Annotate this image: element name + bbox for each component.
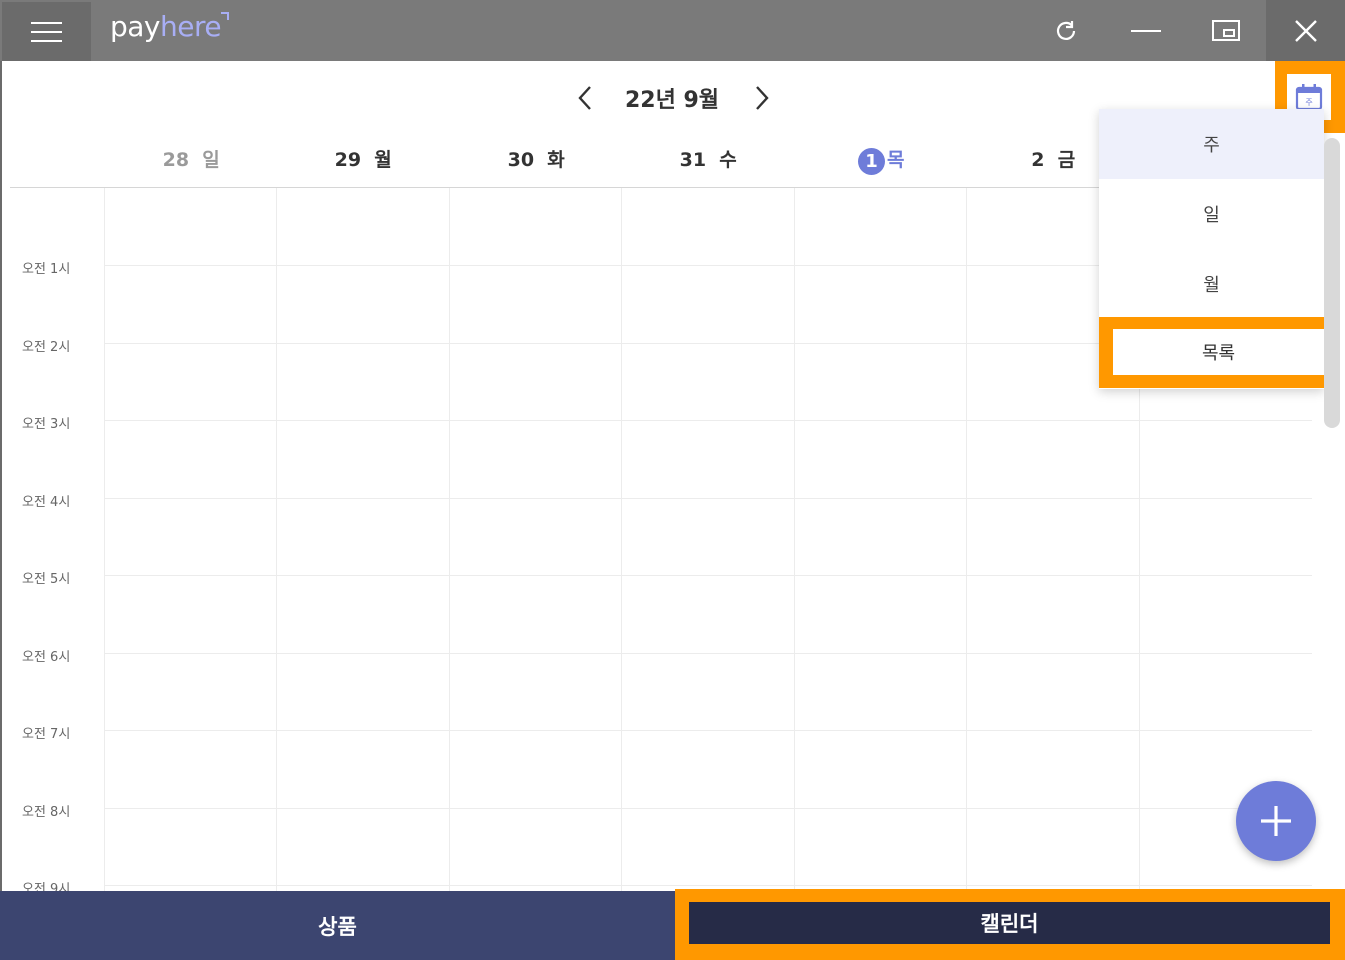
logo-text-accent: here <box>160 10 222 43</box>
hamburger-menu-icon[interactable] <box>2 2 91 61</box>
chevron-left-icon[interactable] <box>570 82 600 114</box>
day-number: 2 <box>1031 149 1045 171</box>
tab-calendar[interactable]: 캘린더 <box>689 902 1330 944</box>
hour-label: 오전 5시 <box>22 572 71 587</box>
tab-calendar-highlight: 캘린더 <box>675 889 1345 960</box>
payhere-logo: payhere <box>110 10 230 43</box>
logo-text-main: pay <box>110 10 161 43</box>
hour-label: 오전 7시 <box>22 727 71 742</box>
day-header-30[interactable]: 30 화 <box>450 145 622 172</box>
scrollbar[interactable] <box>1324 138 1340 428</box>
day-name: 수 <box>719 149 737 171</box>
day-number: 31 <box>679 149 707 171</box>
day-header-today[interactable]: 1목 <box>795 145 967 175</box>
restore-window-icon[interactable] <box>1186 0 1266 61</box>
day-header-28[interactable]: 28 일 <box>105 145 277 172</box>
day-name: 일 <box>202 149 220 171</box>
view-option-month[interactable]: 월 <box>1099 249 1324 319</box>
day-header-29[interactable]: 29 월 <box>277 145 449 172</box>
view-option-list-highlight: 목록 <box>1099 317 1338 388</box>
day-header-31[interactable]: 31 수 <box>622 145 794 172</box>
bottom-tab-bar: 상품 캘린더 <box>0 889 1345 960</box>
close-icon[interactable] <box>1266 0 1345 61</box>
day-number: 30 <box>507 149 535 171</box>
hour-label: 오전 6시 <box>22 650 71 665</box>
hour-label: 오전 2시 <box>22 340 71 355</box>
refresh-icon[interactable] <box>1026 0 1106 61</box>
hour-label: 오전 1시 <box>22 262 71 277</box>
hour-label: 오전 9시 <box>22 882 71 891</box>
view-icon-label: 주 <box>1305 98 1312 107</box>
day-name: 월 <box>374 149 392 171</box>
day-name: 금 <box>1057 149 1076 171</box>
chevron-right-icon[interactable] <box>747 82 777 114</box>
day-number: 28 <box>162 149 190 171</box>
hour-label: 오전 4시 <box>22 495 71 510</box>
tab-products[interactable]: 상품 <box>0 891 675 960</box>
title-bar: payhere <box>0 0 1345 61</box>
plus-icon <box>1261 806 1291 836</box>
view-option-list[interactable]: 목록 <box>1113 329 1324 375</box>
add-event-button[interactable] <box>1236 781 1316 861</box>
scroll-thumb[interactable] <box>1324 138 1340 428</box>
minimize-icon[interactable] <box>1106 0 1186 61</box>
day-number: 29 <box>334 149 362 171</box>
today-number-badge: 1 <box>857 148 885 175</box>
month-title[interactable]: 22년 9월 <box>612 82 732 114</box>
window-border <box>0 61 2 891</box>
view-option-day[interactable]: 일 <box>1099 179 1324 249</box>
hour-label: 오전 8시 <box>22 805 71 820</box>
hour-label: 오전 3시 <box>22 417 71 432</box>
view-option-week[interactable]: 주 <box>1099 109 1324 179</box>
day-name: 목 <box>886 149 905 171</box>
day-name: 화 <box>547 149 565 171</box>
